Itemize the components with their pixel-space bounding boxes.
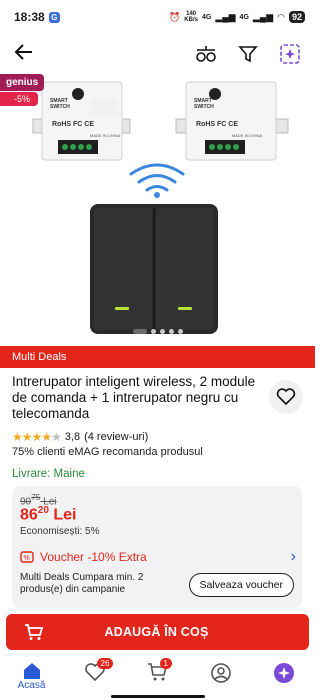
network-speed: 140 KB/s <box>184 11 198 23</box>
add-to-cart-label: ADAUGĂ ÎN COȘ <box>104 625 209 639</box>
gallery-dot-2[interactable] <box>150 329 156 334</box>
nav-assistant[interactable] <box>264 662 304 684</box>
gallery-pagination[interactable] <box>0 329 315 334</box>
network-type-2: 4G <box>239 13 249 21</box>
module-made-in: MADE IN CHINA <box>90 133 121 138</box>
heart-icon <box>276 388 296 406</box>
savings-text: Economisești: 5% <box>20 526 100 537</box>
alarm-icon: ⏰ <box>169 11 181 22</box>
back-arrow-icon[interactable] <box>14 42 34 66</box>
ai-assistant-icon <box>273 663 294 683</box>
system-home-indicator <box>111 695 205 698</box>
app-bar <box>0 34 315 74</box>
compare-icon[interactable] <box>195 43 217 65</box>
current-price: 8620 Lei <box>20 505 77 524</box>
rating-value: 3,8 <box>64 431 81 443</box>
gallery-dot-4[interactable] <box>168 329 174 334</box>
nav-cart[interactable]: 1 <box>138 658 178 682</box>
gallery-dot-1[interactable] <box>132 329 147 334</box>
account-icon <box>210 663 231 683</box>
module-label-line2: SWITCH <box>50 104 70 110</box>
recommend-text: 75% clienti eMAG recomanda produsul <box>12 446 203 458</box>
home-icon <box>23 663 40 679</box>
gallery-dot-5[interactable] <box>177 329 183 334</box>
signal-icon-2: ▂▄▆ <box>252 11 274 22</box>
product-title: Intrerupator inteligent wireless, 2 modu… <box>12 374 256 421</box>
chevron-right-icon[interactable]: › <box>291 548 296 566</box>
cart-badge: 1 <box>159 658 172 669</box>
nav-favorites[interactable]: 26 <box>75 658 115 682</box>
price-card: 9075 Lei 8620 Lei Economisești: 5% % Vou… <box>12 486 302 608</box>
nav-home-label: Acasă <box>17 680 46 691</box>
gallery-dot-3[interactable] <box>159 329 165 334</box>
status-bar: 18:38 G ⏰ 140 KB/s 4G ▂▄▆ 4G ▂▄▆ ◠ 92 <box>0 0 315 34</box>
status-indicators: ⏰ 140 KB/s 4G ▂▄▆ 4G ▂▄▆ ◠ 92 <box>169 11 305 23</box>
status-time: 18:38 <box>14 10 45 24</box>
svg-text:MADE IN CHINA: MADE IN CHINA <box>232 133 263 138</box>
voucher-description: Multi Deals Cumpara min. 2 produs(e) din… <box>20 572 144 595</box>
save-voucher-button[interactable]: Salveaza voucher <box>188 573 294 597</box>
old-price-dec: 75 <box>31 492 41 502</box>
app-notification-icon: G <box>48 11 60 23</box>
new-price-dec: 20 <box>37 505 49 516</box>
favorites-badge: 26 <box>96 658 114 669</box>
ai-sparkle-icon[interactable] <box>279 43 301 65</box>
svg-text:RoHS FC CE: RoHS FC CE <box>196 121 238 128</box>
app-bar-actions <box>195 43 301 65</box>
nav-home[interactable]: Acasă <box>12 662 52 691</box>
product-image: SMART SWITCH RoHS FC CE MADE IN CHINA SM… <box>32 81 289 334</box>
new-price-currency: Lei <box>53 506 77 524</box>
voucher-icon: % <box>20 551 34 563</box>
review-count[interactable]: (4 review-uri) <box>84 431 148 443</box>
rating-stars-icon: ★★★★★ <box>12 430 62 444</box>
svg-text:SWITCH: SWITCH <box>194 104 214 110</box>
voucher-row[interactable]: % Voucher -10% Extra › <box>20 548 296 566</box>
add-to-favorites-button[interactable] <box>269 380 303 414</box>
wifi-icon: ◠ <box>277 11 285 22</box>
delivery-info: Livrare: Maine <box>12 468 85 480</box>
multi-deals-banner[interactable]: Multi Deals <box>0 346 315 368</box>
svg-text:RoHS FC CE: RoHS FC CE <box>52 121 94 128</box>
product-gallery[interactable]: SMART SWITCH RoHS FC CE MADE IN CHINA SM… <box>0 74 315 346</box>
genius-badge: genius <box>0 74 45 91</box>
new-price-int: 86 <box>20 506 38 524</box>
filter-icon[interactable] <box>237 43 259 65</box>
nav-account[interactable] <box>201 662 241 684</box>
cart-icon <box>25 624 44 640</box>
battery-icon: 92 <box>288 11 305 23</box>
signal-icon: ▂▄▆ <box>215 11 236 22</box>
voucher-title[interactable]: Voucher -10% Extra <box>40 550 147 564</box>
network-speed-unit: KB/s <box>184 17 198 23</box>
svg-text:%: % <box>24 555 30 562</box>
network-type-1: 4G <box>201 13 212 21</box>
product-rating[interactable]: ★★★★★ 3,8 (4 review-uri) <box>12 430 148 444</box>
add-to-cart-button[interactable]: ADAUGĂ ÎN COȘ <box>6 614 309 650</box>
bottom-navigation: Acasă 26 1 <box>0 656 315 700</box>
discount-badge: -5% <box>0 92 39 106</box>
wifi-symbol <box>129 163 185 192</box>
